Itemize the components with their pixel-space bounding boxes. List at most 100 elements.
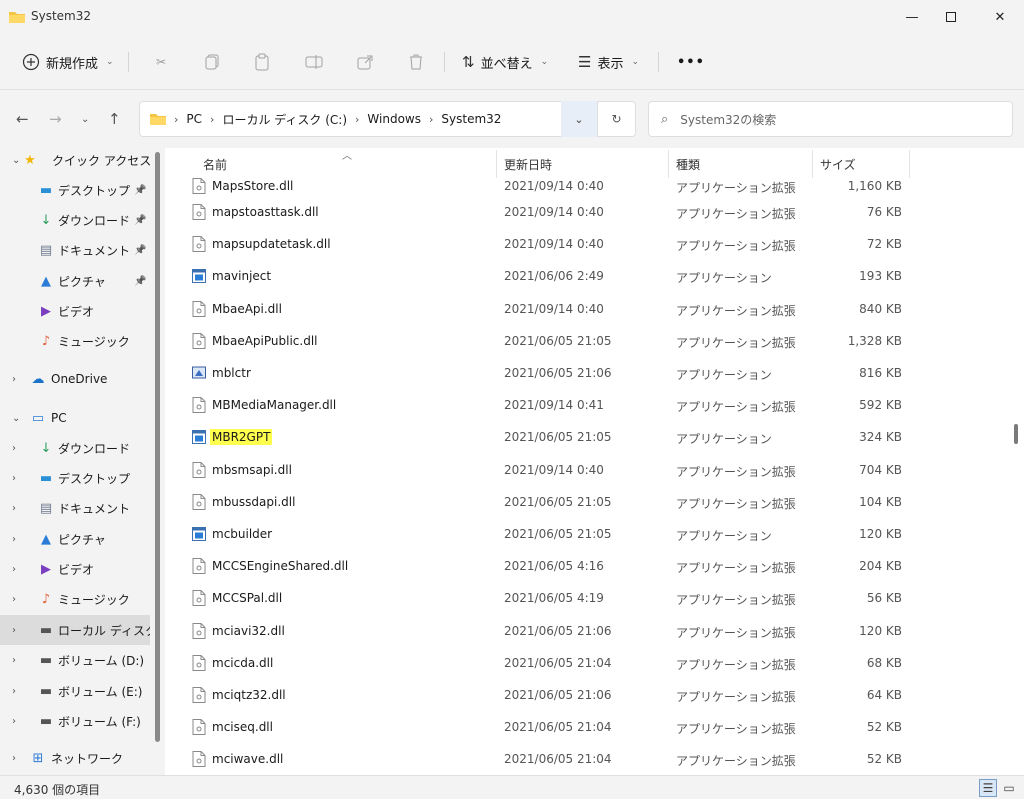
plus-circle-icon bbox=[22, 53, 40, 71]
address-bar[interactable]: › PC › ローカル ディスク (C:) › Windows › System… bbox=[139, 101, 598, 137]
chevron-right-icon[interactable]: › bbox=[12, 443, 22, 454]
sidebar-item[interactable]: ⌄ ▭ PC bbox=[0, 403, 150, 433]
file-row[interactable]: mapsupdatetask.dll 2021/09/14 0:40 アプリケーショ… bbox=[165, 228, 1024, 260]
file-row[interactable]: mciwave.dll 2021/06/05 21:04 アプリケーション拡張 52 … bbox=[165, 743, 1024, 775]
sidebar-item[interactable]: ▬ デスクトップ 📌 bbox=[0, 175, 150, 205]
breadcrumb-item[interactable]: System32 bbox=[441, 112, 501, 126]
back-arrow-icon[interactable]: ← bbox=[16, 110, 29, 128]
view-button[interactable]: ☰ 表示 ⌄ bbox=[578, 46, 639, 78]
file-row[interactable]: mcbuilder 2021/06/05 21:05 アプリケーション 120 KB bbox=[165, 518, 1024, 550]
rename-icon bbox=[305, 55, 323, 69]
file-row[interactable]: MbaeApiPublic.dll 2021/06/05 21:05 アプリケーショ… bbox=[165, 325, 1024, 357]
sidebar-scrollbar[interactable] bbox=[155, 152, 160, 742]
minimize-button[interactable]: — bbox=[890, 0, 934, 34]
address-history-button[interactable]: ⌄ bbox=[561, 101, 597, 137]
file-row[interactable]: mbussdapi.dll 2021/06/05 21:05 アプリケーション拡張 1… bbox=[165, 486, 1024, 518]
breadcrumb-item[interactable]: Windows bbox=[367, 112, 421, 126]
file-row[interactable]: MBMediaManager.dll 2021/09/14 0:41 アプリケーショ… bbox=[165, 389, 1024, 421]
sidebar-item-label: ローカル ディスク ( bbox=[58, 623, 150, 638]
forward-arrow-icon[interactable]: → bbox=[49, 110, 62, 128]
file-size: 76 KB bbox=[866, 205, 902, 219]
chevron-right-icon[interactable]: › bbox=[12, 753, 22, 764]
new-button[interactable]: 新規作成 ⌄ bbox=[22, 46, 114, 78]
chevron-right-icon[interactable]: › bbox=[12, 534, 22, 545]
sidebar-item[interactable]: › ↓ ダウンロード bbox=[0, 433, 150, 463]
cut-button[interactable]: ✂ bbox=[149, 50, 173, 74]
tiles-view-button[interactable]: ▭ bbox=[1000, 779, 1018, 797]
file-row[interactable]: MBR2GPT 2021/06/05 21:05 アプリケーション 324 KB bbox=[165, 421, 1024, 453]
file-row[interactable]: MCCSPal.dll 2021/06/05 4:19 アプリケーション拡張 56 K… bbox=[165, 582, 1024, 614]
search-input[interactable]: ⌕ System32の検索 bbox=[648, 101, 1013, 137]
sidebar-item[interactable]: › ▤ ドキュメント bbox=[0, 493, 150, 523]
up-arrow-icon[interactable]: ↑ bbox=[108, 110, 121, 128]
paste-icon bbox=[255, 53, 269, 71]
sidebar-item[interactable]: ▶ ビデオ bbox=[0, 296, 150, 326]
file-row[interactable]: MbaeApi.dll 2021/09/14 0:40 アプリケーション拡張 840 … bbox=[165, 293, 1024, 325]
chevron-right-icon[interactable]: › bbox=[12, 686, 22, 697]
maximize-button[interactable] bbox=[929, 0, 973, 34]
navigation-pane: ⌄ ★ クイック アクセス ▬ デスクトップ 📌 ↓ ダウンロード 📌 ▤ ドキュメント 📌 ▲ ピクチャ… bbox=[0, 148, 165, 775]
title-bar: System32 — ✕ bbox=[0, 0, 1024, 34]
chevron-right-icon[interactable]: › bbox=[12, 625, 22, 636]
sort-button[interactable]: ⇅ 並べ替え ⌄ bbox=[462, 46, 548, 78]
file-date: 2021/06/05 4:19 bbox=[504, 591, 604, 606]
breadcrumb-item[interactable]: PC bbox=[186, 112, 202, 126]
share-button[interactable] bbox=[353, 50, 377, 74]
sidebar-item[interactable]: › ▬ ボリューム (D:) bbox=[0, 645, 150, 675]
file-name: MCCSEngineShared.dll bbox=[212, 559, 349, 574]
file-list-scrollbar[interactable] bbox=[1014, 424, 1018, 444]
chevron-down-icon[interactable]: ⌄ bbox=[12, 155, 22, 166]
sidebar-item[interactable]: › ♪ ミュージック bbox=[0, 584, 150, 614]
file-row[interactable]: mciqtz32.dll 2021/06/05 21:06 アプリケーション拡張 64… bbox=[165, 679, 1024, 711]
sidebar-item-label: デスクトップ bbox=[58, 183, 131, 198]
sidebar-item[interactable]: › ▲ ピクチャ bbox=[0, 524, 150, 554]
refresh-button[interactable]: ↻ bbox=[598, 101, 636, 137]
sidebar-item[interactable]: ↓ ダウンロード 📌 bbox=[0, 205, 150, 235]
file-explorer-window: System32 — ✕ 新規作成 ⌄ ✂ ⇅ 並べ替え ⌄ ☰ 表示 ⌄ ••… bbox=[0, 0, 1024, 799]
file-name: MapsStore.dll bbox=[212, 179, 294, 193]
status-bar: 4,630 個の項目 ☰ ▭ bbox=[0, 775, 1024, 799]
copy-button[interactable] bbox=[200, 50, 224, 74]
file-type: アプリケーション拡張 bbox=[676, 561, 796, 576]
file-row[interactable]: mblctr 2021/06/05 21:06 アプリケーション 816 KB bbox=[165, 357, 1024, 389]
chevron-right-icon[interactable]: › bbox=[12, 473, 22, 484]
sidebar-item[interactable]: › ▬ ローカル ディスク ( bbox=[0, 615, 150, 645]
more-button[interactable]: ••• bbox=[677, 46, 705, 78]
chevron-right-icon[interactable]: › bbox=[12, 503, 22, 514]
file-row[interactable]: MCCSEngineShared.dll 2021/06/05 4:16 アプリケー… bbox=[165, 550, 1024, 582]
chevron-right-icon[interactable]: › bbox=[12, 374, 22, 385]
sidebar-item[interactable]: › ▬ ボリューム (E:) bbox=[0, 676, 150, 706]
chevron-right-icon[interactable]: › bbox=[12, 716, 22, 727]
sidebar-item[interactable]: › ▶ ビデオ bbox=[0, 554, 150, 584]
close-button[interactable]: ✕ bbox=[978, 0, 1022, 34]
chevron-down-icon[interactable]: ⌄ bbox=[12, 413, 22, 424]
file-row[interactable]: mciavi32.dll 2021/06/05 21:06 アプリケーション拡張 12… bbox=[165, 615, 1024, 647]
chevron-right-icon[interactable]: › bbox=[12, 564, 22, 575]
recent-chevron-icon[interactable]: ⌄ bbox=[81, 114, 89, 125]
file-row[interactable]: mapstoasttask.dll 2021/09/14 0:40 アプリケーション… bbox=[165, 196, 1024, 228]
rename-button[interactable] bbox=[302, 50, 326, 74]
file-row[interactable]: mciseq.dll 2021/06/05 21:04 アプリケーション拡張 52 K… bbox=[165, 711, 1024, 743]
file-row[interactable]: mcicda.dll 2021/06/05 21:04 アプリケーション拡張 68 K… bbox=[165, 647, 1024, 679]
details-view-button[interactable]: ☰ bbox=[979, 779, 997, 797]
sidebar-item[interactable]: › ▬ デスクトップ bbox=[0, 463, 150, 493]
sidebar-item[interactable]: › ▬ ボリューム (F:) bbox=[0, 706, 150, 736]
sidebar-item[interactable]: ⌄ ★ クイック アクセス bbox=[0, 148, 150, 175]
file-date: 2021/06/05 21:06 bbox=[504, 623, 612, 638]
chevron-down-icon: ⌄ bbox=[574, 112, 584, 126]
delete-button[interactable] bbox=[404, 50, 428, 74]
sidebar-item[interactable]: ▤ ドキュメント 📌 bbox=[0, 235, 150, 265]
dll-file-icon bbox=[192, 493, 206, 510]
chevron-right-icon[interactable]: › bbox=[12, 594, 22, 605]
cut-icon: ✂ bbox=[155, 55, 167, 69]
sidebar-item[interactable]: ♪ ミュージック bbox=[0, 326, 150, 356]
sidebar-item[interactable]: › ☁ OneDrive bbox=[0, 364, 150, 394]
paste-button[interactable] bbox=[251, 50, 275, 74]
breadcrumb-item[interactable]: ローカル ディスク (C:) bbox=[222, 111, 347, 128]
toolbar-divider bbox=[128, 52, 129, 72]
sidebar-item[interactable]: › ⊞ ネットワーク bbox=[0, 743, 150, 773]
file-row[interactable]: mavinject 2021/06/06 2:49 アプリケーション 193 KB bbox=[165, 260, 1024, 292]
file-row[interactable]: mbsmsapi.dll 2021/09/14 0:40 アプリケーション拡張 704… bbox=[165, 454, 1024, 486]
chevron-right-icon[interactable]: › bbox=[12, 655, 22, 666]
sidebar-item[interactable]: ▲ ピクチャ 📌 bbox=[0, 266, 150, 296]
